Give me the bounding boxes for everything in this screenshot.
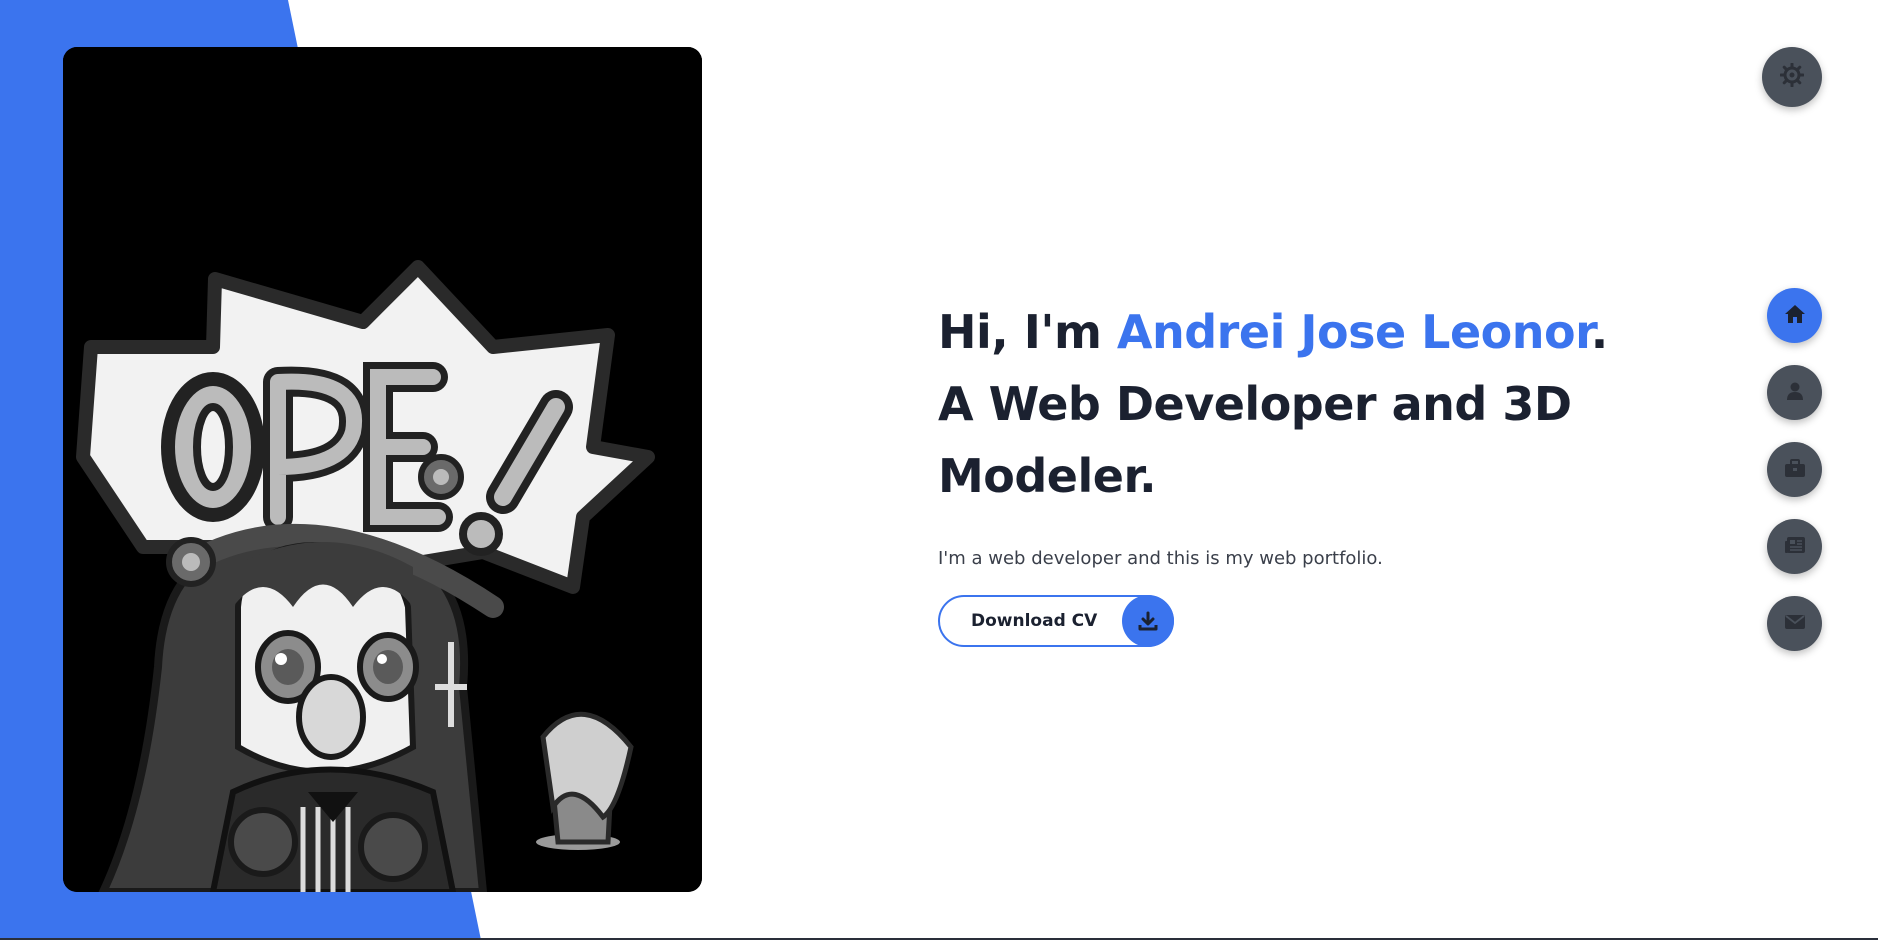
theme-toggle-button[interactable] bbox=[1762, 47, 1822, 107]
user-icon bbox=[1785, 381, 1805, 405]
home-icon bbox=[1784, 304, 1806, 328]
download-cv-button[interactable]: Download CV bbox=[938, 595, 1174, 647]
nav-blog[interactable] bbox=[1767, 519, 1822, 574]
nav-home[interactable] bbox=[1767, 288, 1822, 343]
newspaper-icon bbox=[1784, 536, 1806, 558]
nav-portfolio[interactable] bbox=[1767, 442, 1822, 497]
side-navigation bbox=[1767, 288, 1822, 673]
gear-icon bbox=[1779, 62, 1805, 91]
nav-contact[interactable] bbox=[1767, 596, 1822, 651]
ope-illustration bbox=[63, 47, 702, 892]
headline-line-2: A Web Developer and 3D bbox=[938, 377, 1572, 431]
headline-line-3: Modeler. bbox=[938, 449, 1157, 503]
download-icon bbox=[1122, 595, 1174, 647]
greeting-suffix: . bbox=[1590, 305, 1608, 359]
hero-section: Hi, I'm Andrei Jose Leonor. A Web Develo… bbox=[938, 296, 1638, 647]
hero-name: Andrei Jose Leonor bbox=[1116, 305, 1591, 359]
greeting-prefix: Hi, I'm bbox=[938, 305, 1117, 359]
portfolio-page: Hi, I'm Andrei Jose Leonor. A Web Develo… bbox=[0, 0, 1878, 940]
envelope-icon bbox=[1784, 614, 1806, 634]
nav-about[interactable] bbox=[1767, 365, 1822, 420]
hero-headline: Hi, I'm Andrei Jose Leonor. A Web Develo… bbox=[938, 296, 1638, 512]
hero-subtitle: I'm a web developer and this is my web p… bbox=[938, 548, 1383, 569]
briefcase-icon bbox=[1784, 458, 1806, 482]
download-cv-label: Download CV bbox=[971, 611, 1098, 631]
profile-image bbox=[63, 47, 702, 892]
